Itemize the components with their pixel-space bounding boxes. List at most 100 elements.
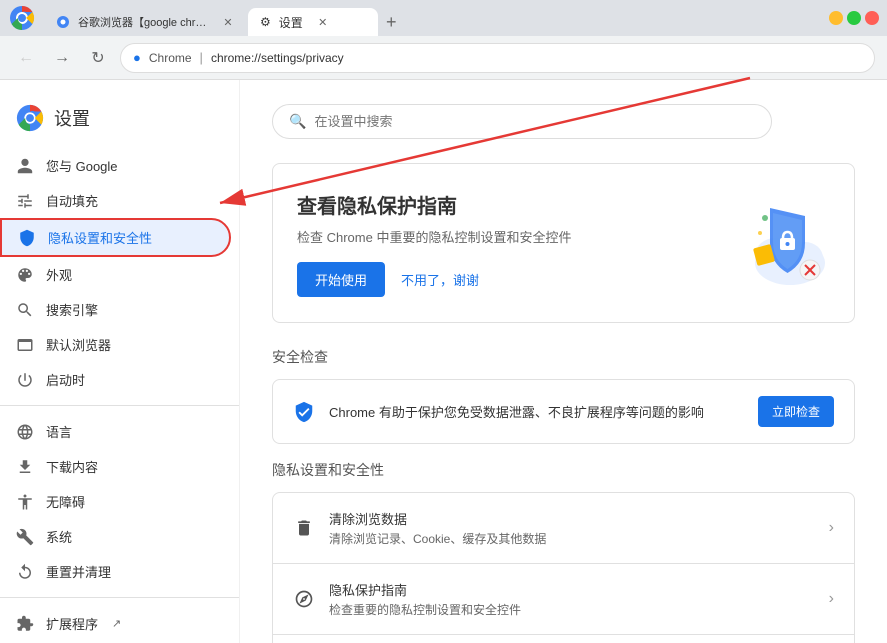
back-button[interactable]: ← <box>12 44 40 72</box>
sidebar-item-startup[interactable]: 启动时 <box>0 362 231 397</box>
maximize-button[interactable] <box>847 11 861 25</box>
sidebar-label-browser: 默认浏览器 <box>46 335 111 354</box>
download-icon <box>16 458 34 476</box>
globe-icon <box>16 423 34 441</box>
chrome-logo-small <box>8 4 36 32</box>
search-bar-container: 🔍 <box>272 104 855 139</box>
sidebar: 设置 您与 Google 自动填充 隐私设置和安全性 <box>0 80 240 643</box>
safety-check-title: Chrome 有助于保护您免受数据泄露、不良扩展程序等问题的影响 <box>329 402 744 421</box>
key-icon <box>16 192 34 210</box>
tab-google-chrome[interactable]: 谷歌浏览器【google chrome】 ✕ <box>44 8 248 36</box>
sidebar-item-language[interactable]: 语言 <box>0 414 231 449</box>
search-bar[interactable]: 🔍 <box>272 104 772 139</box>
url-bar[interactable]: ● Chrome | chrome://settings/privacy <box>120 43 875 73</box>
sidebar-label-privacy: 隐私设置和安全性 <box>48 228 152 247</box>
banner-description: 检查 Chrome 中重要的隐私控制设置和安全控件 <box>297 227 674 246</box>
sidebar-label-accessibility: 无障碍 <box>46 492 85 511</box>
tab2-label: 设置 <box>279 14 303 31</box>
check-now-button[interactable]: 立即检查 <box>758 396 834 427</box>
content-inner: 🔍 查看隐私保护指南 检查 Chrome 中重要的隐私控制设置和安全控件 开始使… <box>240 80 887 643</box>
safety-check-card: Chrome 有助于保护您免受数据泄露、不良扩展程序等问题的影响 立即检查 <box>272 379 855 444</box>
accessibility-icon <box>16 493 34 511</box>
sidebar-divider <box>0 405 239 406</box>
cookies-item[interactable]: Cookie 及其他网站数据 已允许某些网站不受第三方限制 › <box>273 634 854 643</box>
banner-title: 查看隐私保护指南 <box>297 190 674 219</box>
browser-frame: 谷歌浏览器【google chrome】 ✕ ⚙ 设置 ✕ + ← → ↻ ● … <box>0 0 887 643</box>
magnify-icon <box>16 301 34 319</box>
sidebar-header: 设置 <box>0 96 239 148</box>
sidebar-item-privacy[interactable]: 隐私设置和安全性 <box>0 218 231 257</box>
banner-image <box>690 188 830 298</box>
window-controls <box>8 4 36 32</box>
sidebar-item-reset[interactable]: 重置并清理 <box>0 554 231 589</box>
sidebar-label-downloads: 下载内容 <box>46 457 98 476</box>
safety-section-title: 安全检查 <box>272 347 855 367</box>
sidebar-item-appearance[interactable]: 外观 <box>0 257 231 292</box>
tab1-label: 谷歌浏览器【google chrome】 <box>78 14 208 30</box>
skip-button[interactable]: 不用了，谢谢 <box>397 262 483 297</box>
tab2-close[interactable]: ✕ <box>315 14 331 30</box>
external-link-icon: ↗ <box>112 617 121 630</box>
sidebar-label-extensions: 扩展程序 <box>46 614 98 633</box>
privacy-settings-card: 清除浏览数据 清除浏览记录、Cookie、缓存及其他数据 › 隐私保护指南 检查… <box>272 492 855 643</box>
url-path: chrome://settings/privacy <box>211 51 344 65</box>
safety-check-item: Chrome 有助于保护您免受数据泄露、不良扩展程序等问题的影响 立即检查 <box>273 380 854 443</box>
new-tab-button[interactable]: + <box>378 8 405 36</box>
banner-content: 查看隐私保护指南 检查 Chrome 中重要的隐私控制设置和安全控件 开始使用 … <box>297 190 674 297</box>
trash-icon <box>293 517 315 539</box>
shield-icon <box>18 229 36 247</box>
privacy-guide-banner: 查看隐私保护指南 检查 Chrome 中重要的隐私控制设置和安全控件 开始使用 … <box>272 163 855 323</box>
privacy-guide-item[interactable]: 隐私保护指南 检查重要的隐私控制设置和安全控件 › <box>273 563 854 634</box>
safety-check-action: 立即检查 <box>758 396 834 427</box>
sidebar-item-google[interactable]: 您与 Google <box>0 148 231 183</box>
clear-browsing-desc: 清除浏览记录、Cookie、缓存及其他数据 <box>329 530 815 547</box>
url-divider: | <box>200 50 203 65</box>
power-icon <box>16 371 34 389</box>
lock-icon: ● <box>133 50 141 65</box>
palette-icon <box>16 266 34 284</box>
sidebar-label-appearance: 外观 <box>46 265 72 284</box>
reload-button[interactable]: ↻ <box>84 44 112 72</box>
safety-check-text: Chrome 有助于保护您免受数据泄露、不良扩展程序等问题的影响 <box>329 402 744 421</box>
forward-button[interactable]: → <box>48 44 76 72</box>
main-area: 设置 您与 Google 自动填充 隐私设置和安全性 <box>0 80 887 643</box>
sidebar-title: 设置 <box>54 105 90 131</box>
minimize-button[interactable] <box>829 11 843 25</box>
clear-browsing-title: 清除浏览数据 <box>329 509 815 528</box>
sidebar-item-system[interactable]: 系统 <box>0 519 231 554</box>
sidebar-item-autofill[interactable]: 自动填充 <box>0 183 231 218</box>
sidebar-item-search[interactable]: 搜索引擎 <box>0 292 231 327</box>
safety-check-icon <box>293 401 315 423</box>
clear-browsing-text: 清除浏览数据 清除浏览记录、Cookie、缓存及其他数据 <box>329 509 815 547</box>
sidebar-item-downloads[interactable]: 下载内容 <box>0 449 231 484</box>
tab1-icon <box>56 15 70 29</box>
sidebar-item-browser[interactable]: 默认浏览器 <box>0 327 231 362</box>
sidebar-label-reset: 重置并清理 <box>46 562 111 581</box>
search-input[interactable] <box>314 114 755 129</box>
privacy-guide-text: 隐私保护指南 检查重要的隐私控制设置和安全控件 <box>329 580 815 618</box>
start-button[interactable]: 开始使用 <box>297 262 385 297</box>
browser-icon <box>16 336 34 354</box>
tab1-close[interactable]: ✕ <box>220 14 236 30</box>
privacy-guide-desc: 检查重要的隐私控制设置和安全控件 <box>329 601 815 618</box>
privacy-guide-title: 隐私保护指南 <box>329 580 815 599</box>
tab-bar: 谷歌浏览器【google chrome】 ✕ ⚙ 设置 ✕ + <box>44 0 821 36</box>
tab-settings[interactable]: ⚙ 设置 ✕ <box>248 8 378 36</box>
sidebar-label-search: 搜索引擎 <box>46 300 98 319</box>
content-area: 🔍 查看隐私保护指南 检查 Chrome 中重要的隐私控制设置和安全控件 开始使… <box>240 80 887 643</box>
sidebar-divider-2 <box>0 597 239 598</box>
chrome-logo <box>16 104 44 132</box>
reset-icon <box>16 563 34 581</box>
sidebar-label-system: 系统 <box>46 527 72 546</box>
url-site: Chrome <box>149 51 192 65</box>
person-icon <box>16 157 34 175</box>
sidebar-item-extensions[interactable]: 扩展程序 ↗ <box>0 606 231 641</box>
close-button[interactable] <box>865 11 879 25</box>
shield-svg <box>690 188 830 298</box>
sidebar-item-accessibility[interactable]: 无障碍 <box>0 484 231 519</box>
puzzle-icon <box>16 615 34 633</box>
sidebar-label-startup: 启动时 <box>46 370 85 389</box>
banner-buttons: 开始使用 不用了，谢谢 <box>297 262 674 297</box>
chevron-right-2: › <box>829 590 834 608</box>
clear-browsing-item[interactable]: 清除浏览数据 清除浏览记录、Cookie、缓存及其他数据 › <box>273 493 854 563</box>
